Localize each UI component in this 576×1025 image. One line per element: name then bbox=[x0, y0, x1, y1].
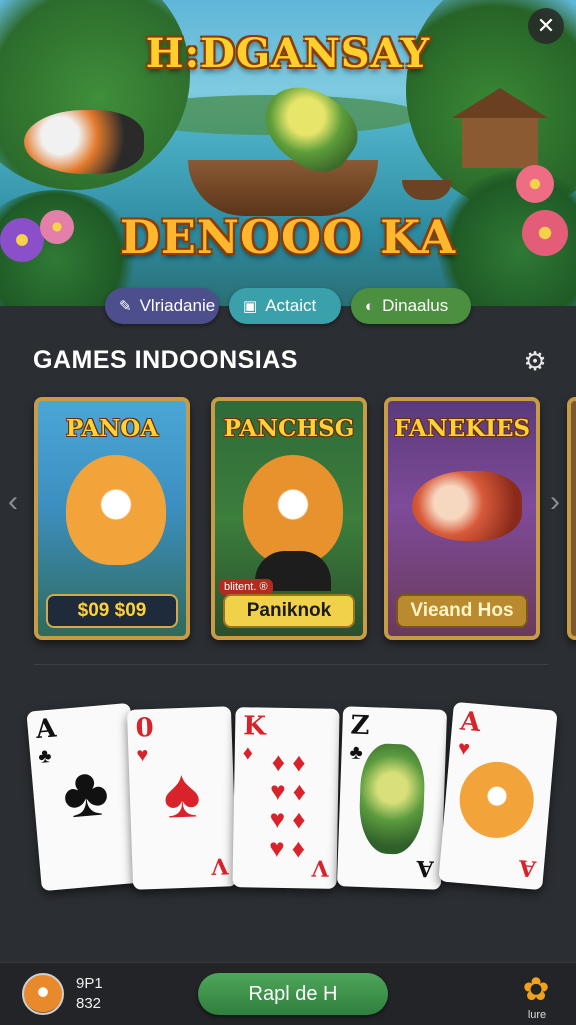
playing-card-4[interactable]: Z ♣ A bbox=[336, 706, 448, 890]
card-rank: A bbox=[459, 706, 482, 739]
card-rank: 0 bbox=[135, 712, 155, 744]
card-corner-rank: A bbox=[416, 854, 435, 882]
pill-label: Actaict bbox=[265, 296, 317, 315]
calendar-icon: ▣ bbox=[243, 298, 258, 315]
game-card-fanekies[interactable]: FANEKIES Vieand Hos bbox=[384, 397, 540, 640]
section-title: GAMES INDOONSIAS bbox=[33, 346, 298, 374]
pill-actaict[interactable]: ▣ Actaict bbox=[229, 288, 341, 324]
hero-subtitle: DENOOO KA bbox=[119, 210, 457, 264]
carousel-right-arrow[interactable]: › bbox=[550, 485, 560, 519]
diamond-icon: ♦ ♦ bbox=[271, 746, 306, 778]
squirrel-mascot-illustration bbox=[66, 455, 166, 565]
card-rank: K bbox=[242, 711, 267, 742]
game-card-panchsg[interactable]: PANCHSG blitent. ® Paniknok bbox=[211, 397, 367, 640]
pill-vlriadanie[interactable]: ✎ Vlriadanie bbox=[105, 288, 219, 324]
fishing-boat bbox=[188, 160, 378, 216]
tiger-mascot-illustration bbox=[243, 455, 343, 565]
game-badge: blitent. ® bbox=[219, 579, 273, 595]
player-stat-top: 9P1 bbox=[76, 975, 103, 992]
carousel-left-arrow[interactable]: ‹ bbox=[8, 485, 18, 519]
hut-wall bbox=[462, 118, 538, 168]
category-pills: ✎ Vlriadanie ▣ Actaict ◐ Dinaalus bbox=[0, 288, 576, 328]
pill-label: Dinaalus bbox=[382, 296, 449, 315]
stilt-hut bbox=[452, 88, 548, 168]
fish-card-art bbox=[358, 742, 426, 856]
card-corner-rank: V bbox=[210, 852, 229, 880]
edit-icon: ✎ bbox=[119, 298, 132, 315]
avatar[interactable] bbox=[22, 973, 64, 1015]
club-suit-icon: ♣ bbox=[59, 751, 112, 833]
card-rank: Z bbox=[349, 710, 371, 742]
bottom-bar: 9P1 832 Rapl de H ✿ lure bbox=[0, 962, 576, 1025]
toggle-icon: ◐ bbox=[365, 297, 375, 315]
settings-icon[interactable]: ⚙ bbox=[520, 346, 550, 376]
card-corner-rank: A bbox=[517, 854, 537, 882]
play-button[interactable]: Rapl de H bbox=[198, 973, 388, 1015]
game-footer-label: Vieand Hos bbox=[396, 594, 528, 628]
koi-fish-illustration bbox=[24, 110, 144, 174]
heart-icon: ♥ bbox=[457, 737, 471, 761]
flower-icon[interactable]: ✿ bbox=[515, 971, 557, 1011]
pill-label: Vlriadanie bbox=[139, 296, 216, 315]
hero-banner: H:DGANSAY DENOOO KA ✕ bbox=[0, 0, 576, 306]
hero-title: H:DGANSAY bbox=[145, 30, 431, 77]
playing-card-3[interactable]: K ♦ ♦ ♦ ♥ ♦ ♥ ♦ ♥ ♦ V bbox=[232, 707, 340, 889]
game-title: PANCHSG bbox=[223, 415, 355, 442]
fish-card-illustration bbox=[412, 471, 522, 541]
flower-pink-small bbox=[516, 165, 554, 203]
playing-card-2[interactable]: 0 ♥ ♠ V bbox=[126, 706, 238, 890]
game-card-panoa[interactable]: PANOA $09 $09 bbox=[34, 397, 190, 640]
hut-roof bbox=[452, 88, 548, 118]
game-card-partial[interactable] bbox=[567, 397, 576, 640]
player-stat-bottom: 832 bbox=[76, 995, 102, 1012]
game-title: PANOA bbox=[65, 415, 159, 442]
pill-dinaalus[interactable]: ◐ Dinaalus bbox=[351, 288, 471, 324]
spade-suit-icon: ♠ bbox=[161, 753, 202, 833]
cat-card-art bbox=[456, 758, 537, 841]
game-footer-label: $09 $09 bbox=[46, 594, 178, 628]
heart-icon: ♥ ♦ bbox=[269, 803, 306, 835]
game-title: FANEKIES bbox=[393, 415, 531, 442]
close-icon: ✕ bbox=[536, 13, 556, 38]
card-rank: A bbox=[34, 713, 58, 746]
club-icon: ♣ bbox=[349, 741, 364, 764]
card-corner-rank: V bbox=[311, 854, 330, 881]
card-pips: ♦ ♦ ♥ ♦ ♥ ♦ ♥ ♦ bbox=[247, 747, 329, 868]
game-footer-label: Paniknok bbox=[223, 594, 355, 628]
close-button[interactable]: ✕ bbox=[528, 8, 564, 44]
playing-card-5[interactable]: A ♥ A bbox=[438, 701, 558, 891]
section-divider bbox=[34, 664, 548, 665]
flower-label: lure bbox=[527, 1009, 547, 1021]
heart-icon: ♥ ♦ bbox=[269, 775, 307, 806]
